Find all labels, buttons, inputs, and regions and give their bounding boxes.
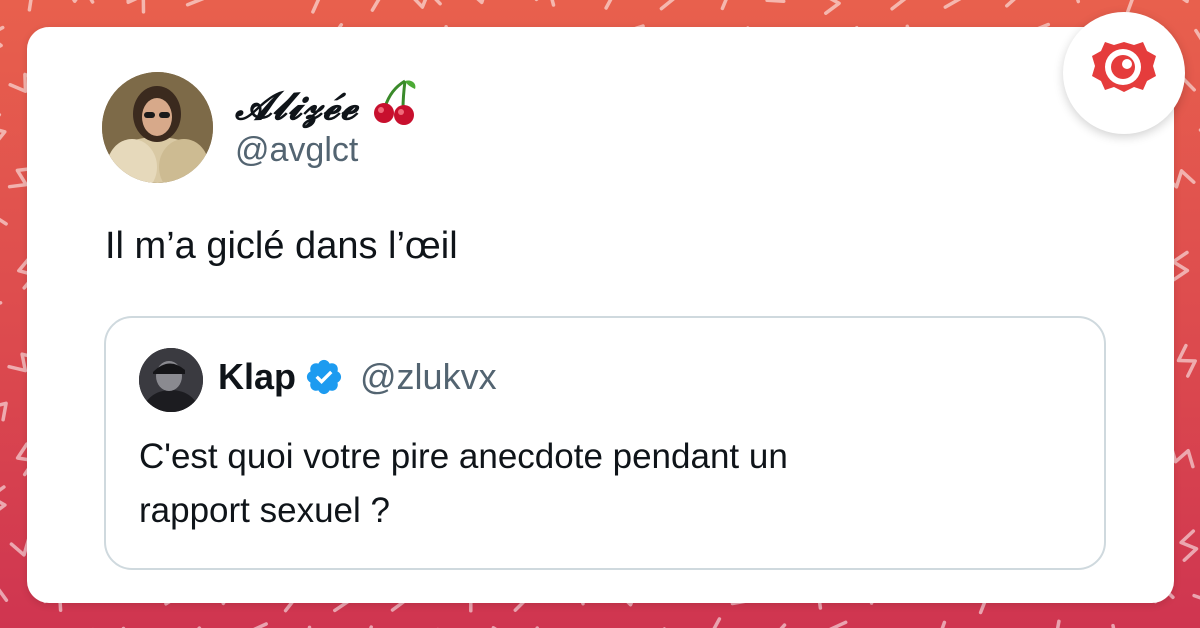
- quoted-tweet-text-line-1: C'est quoi votre pire anecdote pendant u…: [139, 437, 788, 476]
- quoted-tweet[interactable]: Klap @zlukvx C'est quoi votre pire anecd…: [104, 316, 1106, 570]
- zigzag-mark: [829, 620, 848, 628]
- zigzag-mark: [0, 113, 7, 141]
- zigzag-mark: [720, 0, 728, 11]
- zigzag-mark: [413, 0, 442, 9]
- zigzag-mark: [1181, 0, 1190, 4]
- zigzag-mark: [943, 0, 962, 9]
- zigzag-mark: [1169, 443, 1195, 469]
- zigzag-mark: [1125, 0, 1134, 14]
- quoted-author-handle[interactable]: @zlukvx: [360, 356, 497, 398]
- author-avatar[interactable]: [102, 72, 213, 183]
- zigzag-mark: [27, 0, 33, 12]
- quoted-author-avatar[interactable]: [139, 348, 203, 412]
- brand-logo-badge[interactable]: [1063, 12, 1185, 134]
- zigzag-mark: [0, 401, 8, 422]
- zigzag-mark: [185, 0, 205, 7]
- zigzag-mark: [1176, 343, 1197, 378]
- zigzag-mark: [1055, 619, 1061, 628]
- zigzag-mark: [1171, 250, 1190, 282]
- quoted-tweet-header: Klap @zlukvx: [218, 356, 497, 398]
- zigzag-mark: [1076, 0, 1081, 4]
- author-display-name[interactable]: 𝓐𝓵𝓲𝔃𝓮́𝓮: [235, 77, 419, 134]
- zigzag-mark: [0, 485, 7, 511]
- zigzag-mark: [712, 617, 722, 628]
- zigzag-mark: [534, 0, 556, 7]
- zigzag-mark: [1005, 0, 1016, 8]
- zigzag-mark: [0, 588, 9, 602]
- zigzag-mark: [71, 0, 95, 4]
- zigzag-mark: [659, 0, 675, 11]
- zigzag-mark: [0, 25, 5, 49]
- tweet-card: 𝓐𝓵𝓲𝔃𝓮́𝓮 @avglct Il m’a giclé dans l’œil: [27, 27, 1174, 603]
- zigzag-mark: [1194, 28, 1200, 41]
- quoted-tweet-text: C'est quoi votre pire anecdote pendant u…: [139, 430, 1039, 538]
- zigzag-mark: [890, 0, 907, 11]
- zigzag-mark: [940, 620, 947, 628]
- quoted-tweet-text-line-2: rapport sexuel ?: [139, 491, 390, 530]
- zigzag-mark: [126, 0, 146, 14]
- author-handle[interactable]: @avglct: [235, 131, 358, 170]
- zigzag-mark: [1179, 529, 1199, 562]
- zigzag-mark: [253, 622, 268, 628]
- tweet-text: Il m’a giclé dans l’œil: [105, 225, 458, 267]
- zigzag-mark: [370, 0, 381, 12]
- verified-badge-icon: [304, 357, 344, 397]
- zigzag-mark: [476, 0, 485, 5]
- author-name-text: 𝓐𝓵𝓲𝔃𝓮́𝓮: [235, 82, 359, 128]
- cherries-icon: [371, 77, 419, 134]
- zigzag-mark: [1192, 593, 1200, 600]
- zigzag-mark: [0, 217, 8, 226]
- zigzag-mark: [765, 0, 786, 4]
- zigzag-mark: [824, 0, 841, 15]
- zigzag-mark: [604, 0, 613, 10]
- quoted-author-name[interactable]: Klap: [218, 356, 296, 398]
- zigzag-mark: [311, 0, 321, 14]
- zigzag-mark: [0, 301, 3, 305]
- brand-logo-icon: [1063, 42, 1185, 138]
